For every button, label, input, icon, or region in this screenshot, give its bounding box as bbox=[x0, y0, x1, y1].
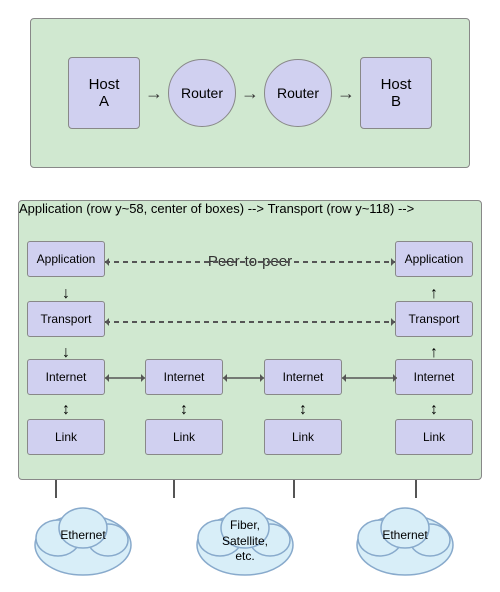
arrow-2: → bbox=[236, 83, 264, 104]
host-b-box: Host B bbox=[360, 57, 432, 129]
col2-link-box: Link bbox=[145, 419, 223, 455]
arrow-3: → bbox=[332, 83, 360, 104]
col3-internet-link-arrow: ↕ bbox=[264, 401, 342, 419]
col4-transport-box: Transport bbox=[395, 301, 473, 337]
router-2-label: Router bbox=[277, 85, 319, 101]
internet-line-3-4 bbox=[342, 371, 397, 385]
col4-app-box: Application bbox=[395, 241, 473, 277]
col2-internet-link-arrow: ↕ bbox=[145, 401, 223, 419]
arrow-1: → bbox=[140, 83, 168, 104]
col1-app-box: Application bbox=[27, 241, 105, 277]
host-a-box: Host A bbox=[68, 57, 140, 129]
cloud-right-label: Ethernet bbox=[350, 528, 460, 542]
router-1-circle: Router bbox=[168, 59, 236, 127]
col1-internet-box: Internet bbox=[27, 359, 105, 395]
col4-internet-box: Internet bbox=[395, 359, 473, 395]
cloud-left-label: Ethernet bbox=[28, 528, 138, 542]
top-diagram: Host A → Router → Router → Host B bbox=[30, 18, 470, 168]
col1-internet-link-arrow: ↕ bbox=[27, 401, 105, 419]
cloud-left: Ethernet bbox=[28, 490, 138, 581]
cloud-right: Ethernet bbox=[350, 490, 460, 581]
col2-internet-box: Internet bbox=[145, 359, 223, 395]
vert-line-col2 bbox=[173, 480, 175, 498]
col3-internet-box: Internet bbox=[264, 359, 342, 395]
col1-link-box: Link bbox=[27, 419, 105, 455]
router-1-label: Router bbox=[181, 85, 223, 101]
col4-link-box: Link bbox=[395, 419, 473, 455]
col3-link-box: Link bbox=[264, 419, 342, 455]
cloud-middle: Fiber,Satellite,etc. bbox=[190, 490, 300, 581]
internet-line-1-2 bbox=[105, 371, 145, 385]
router-2-circle: Router bbox=[264, 59, 332, 127]
app-dashed-arrow bbox=[105, 253, 395, 271]
col1-transport-box: Transport bbox=[27, 301, 105, 337]
col4-internet-link-arrow: ↕ bbox=[395, 401, 473, 419]
host-b-label: Host B bbox=[381, 76, 412, 110]
cloud-middle-label: Fiber,Satellite,etc. bbox=[190, 518, 300, 565]
transport-dashed-arrow bbox=[105, 313, 395, 331]
host-a-label: Host A bbox=[89, 76, 120, 110]
bottom-diagram: Peer-to-peer Application ↓ Transport ↓ I… bbox=[18, 200, 482, 480]
internet-line-2-3 bbox=[223, 371, 264, 385]
